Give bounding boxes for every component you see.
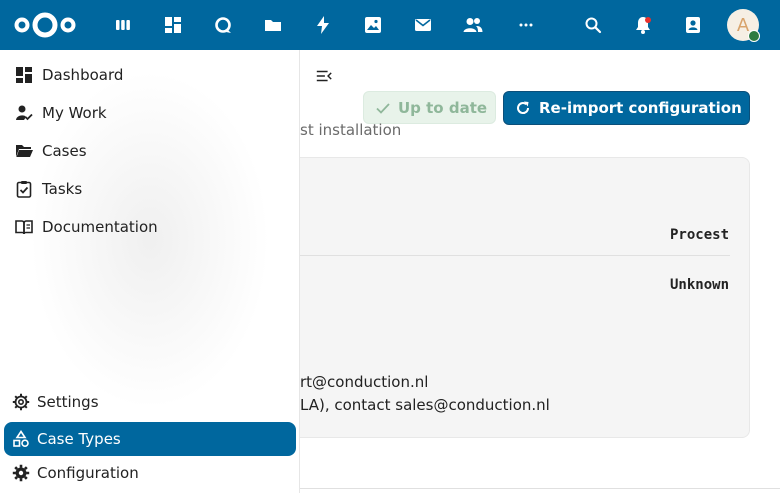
support-email-line: rt@conduction.nl	[300, 373, 429, 391]
dashboard-icon[interactable]	[161, 13, 185, 37]
reimport-configuration-button[interactable]: Re-import configuration	[503, 91, 750, 125]
section-divider	[300, 488, 780, 489]
settings-icon	[10, 391, 32, 413]
top-header: A	[0, 0, 780, 50]
contacts-menu-icon[interactable]	[681, 13, 705, 37]
files-icon[interactable]	[261, 13, 285, 37]
photos-icon[interactable]	[361, 13, 385, 37]
sidebar-item-label: Case Types	[37, 430, 121, 448]
table-divider	[300, 255, 730, 256]
sidebar-item-configuration[interactable]: Configuration	[4, 456, 296, 490]
cog-icon	[10, 462, 32, 484]
sidebar-item-case-types[interactable]: Case Types	[4, 422, 296, 456]
table-cell-version: Unknown	[670, 277, 730, 293]
activity-icon[interactable]	[311, 13, 335, 37]
avatar-initial: A	[736, 14, 750, 36]
account-check-icon	[13, 102, 35, 124]
table-header-procest: Procest	[670, 227, 730, 243]
shapes-icon	[10, 428, 32, 450]
search-icon[interactable]	[581, 13, 605, 37]
up-to-date-button[interactable]: Up to date	[363, 91, 496, 124]
notification-badge	[645, 17, 651, 23]
sidebar-item-tasks[interactable]: Tasks	[4, 172, 296, 206]
sidebar-item-settings[interactable]: Settings	[4, 385, 296, 419]
online-status-icon	[748, 30, 760, 42]
avatar[interactable]: A	[727, 9, 760, 42]
menu-open-icon	[316, 70, 332, 82]
sidebar-item-label: Cases	[42, 142, 87, 160]
collapse-navigation-button[interactable]	[312, 64, 336, 88]
talk-icon[interactable]	[211, 13, 235, 37]
up-to-date-label: Up to date	[398, 98, 488, 117]
sidebar-item-documentation[interactable]: Documentation	[4, 210, 296, 244]
notifications-icon[interactable]	[631, 13, 655, 37]
sidebar-item-label: My Work	[42, 104, 107, 122]
contacts-icon[interactable]	[461, 13, 485, 37]
mail-icon[interactable]	[411, 13, 435, 37]
folder-open-icon	[13, 140, 35, 162]
page-subtitle: st installation	[300, 121, 402, 139]
nextcloud-logo-icon[interactable]	[14, 11, 76, 39]
reimport-label: Re-import configuration	[539, 99, 742, 117]
sidebar-item-label: Settings	[37, 393, 99, 411]
refresh-icon	[517, 101, 530, 114]
sidebar-item-my-work[interactable]: My Work	[4, 96, 296, 130]
check-icon	[376, 102, 390, 114]
sidebar-item-label: Configuration	[37, 464, 139, 482]
deck-icon[interactable]	[111, 13, 135, 37]
more-apps-icon[interactable]	[514, 13, 538, 37]
sidebar-item-label: Tasks	[42, 180, 83, 198]
dashboard-icon	[13, 64, 35, 86]
clipboard-check-icon	[13, 178, 35, 200]
sales-contact-line: LA), contact sales@conduction.nl	[300, 396, 550, 414]
sidebar-item-cases[interactable]: Cases	[4, 134, 296, 168]
sidebar-item-label: Dashboard	[42, 66, 124, 84]
sidebar-item-label: Documentation	[42, 218, 158, 236]
book-open-icon	[13, 216, 35, 238]
sidebar-item-dashboard[interactable]: Dashboard	[4, 58, 296, 92]
